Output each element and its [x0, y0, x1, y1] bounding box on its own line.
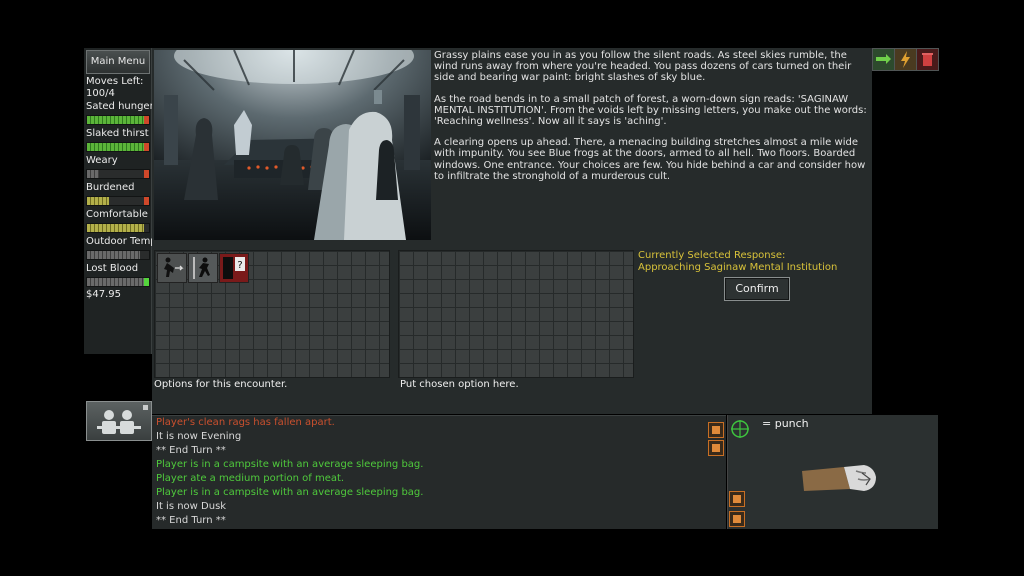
option-mystery-card[interactable]: ?: [219, 253, 249, 283]
log-line: Player is in a campsite with an average …: [156, 487, 424, 498]
svg-text:?: ?: [237, 260, 242, 271]
log-line: Player is in a campsite with an average …: [156, 459, 424, 470]
selected-response-label: Currently Selected Response:: [638, 250, 786, 261]
encounter-scene-image: [154, 50, 431, 240]
stat-weary-label: Weary: [86, 155, 118, 166]
target-button[interactable]: [730, 419, 750, 442]
story-paragraph-2: As the road bends in to a small patch of…: [434, 93, 867, 128]
message-log[interactable]: Player's clean rags has fallen apart. It…: [152, 415, 726, 529]
stat-thirst-label: Slaked thirst: [86, 128, 149, 139]
exit-arrow-icon: [873, 49, 894, 70]
expand-icon: [712, 426, 720, 434]
stat-burdened-label: Burdened: [86, 182, 135, 193]
placement-caption: Put chosen option here.: [400, 379, 519, 390]
story-paragraph-1: Grassy plains ease you in as you follow …: [434, 50, 852, 84]
stat-thirst-bar: [86, 142, 150, 152]
party-icon: [97, 405, 148, 434]
confirm-button[interactable]: Confirm: [724, 277, 790, 301]
option-run-away-card[interactable]: [157, 253, 187, 283]
story-paragraph-3: A clearing opens up ahead. There, a mena…: [434, 137, 866, 182]
stats-sidebar: Main Menu Moves Left: 100/4 Sated hunger…: [84, 48, 152, 354]
sneak-icon: [189, 254, 217, 282]
expand-icon: [733, 495, 741, 503]
crosshair-icon: [731, 420, 749, 438]
lightning-icon: [895, 49, 916, 70]
collapse-icon: [712, 444, 720, 452]
cult-chamber-illustration: [154, 50, 431, 240]
equip-slot-up-button[interactable]: [729, 491, 745, 507]
log-line: Player ate a medium portion of meat.: [156, 473, 345, 484]
stat-comfort-label: Comfortable: [86, 209, 148, 220]
log-line: Player's clean rags has fallen apart.: [156, 417, 335, 428]
run-away-icon: [158, 254, 186, 282]
equip-slot-down-button[interactable]: [729, 511, 745, 527]
equipped-fist[interactable]: [800, 459, 886, 502]
encounter-story-text: Grassy plains ease you in as you follow …: [434, 50, 868, 240]
trash-icon: [917, 49, 938, 70]
stat-weary-bar: [86, 169, 150, 179]
stat-comfort-bar: [86, 223, 150, 233]
stat-blood-label: Lost Blood: [86, 263, 139, 274]
options-grid[interactable]: ?: [154, 250, 390, 378]
moves-left-label: Moves Left:: [86, 76, 144, 87]
stat-blood-bar: [86, 277, 150, 287]
fist-icon: [802, 465, 876, 491]
log-line: ** End Turn **: [156, 515, 226, 526]
stat-burdened-bar: [86, 196, 150, 206]
discard-button[interactable]: [916, 48, 939, 71]
log-line: It is now Evening: [156, 431, 242, 442]
exit-button[interactable]: [872, 48, 895, 71]
chosen-option-dropzone[interactable]: [398, 250, 634, 378]
options-caption: Options for this encounter.: [154, 379, 288, 390]
skills-button[interactable]: [894, 48, 917, 71]
stat-hunger-bar: [86, 115, 150, 125]
log-scroll-up-button[interactable]: [708, 422, 724, 438]
stat-temperature-label: Outdoor Temperature: [86, 236, 152, 247]
mystery-door-icon: ?: [220, 254, 248, 282]
money-value: $47.95: [86, 289, 121, 300]
stat-hunger-label: Sated hunger: [86, 101, 152, 112]
equipped-weapon-label: = punch: [762, 417, 809, 430]
party-button[interactable]: [86, 401, 152, 441]
log-line: ** End Turn **: [156, 445, 226, 456]
log-scroll-down-button[interactable]: [708, 440, 724, 456]
selected-response-value: Approaching Saginaw Mental Institution: [638, 262, 838, 273]
main-menu-button[interactable]: Main Menu: [86, 50, 150, 74]
equipped-weapon-panel: = punch: [727, 415, 938, 529]
selected-response-text: Currently Selected Response: Approaching…: [638, 250, 868, 274]
top-right-toolbar: [872, 48, 939, 71]
log-line: It is now Dusk: [156, 501, 227, 512]
collapse-icon: [733, 515, 741, 523]
option-sneak-card[interactable]: [188, 253, 218, 283]
moves-left-value: 100/4: [86, 88, 115, 99]
stat-temperature-bar: [86, 250, 150, 260]
